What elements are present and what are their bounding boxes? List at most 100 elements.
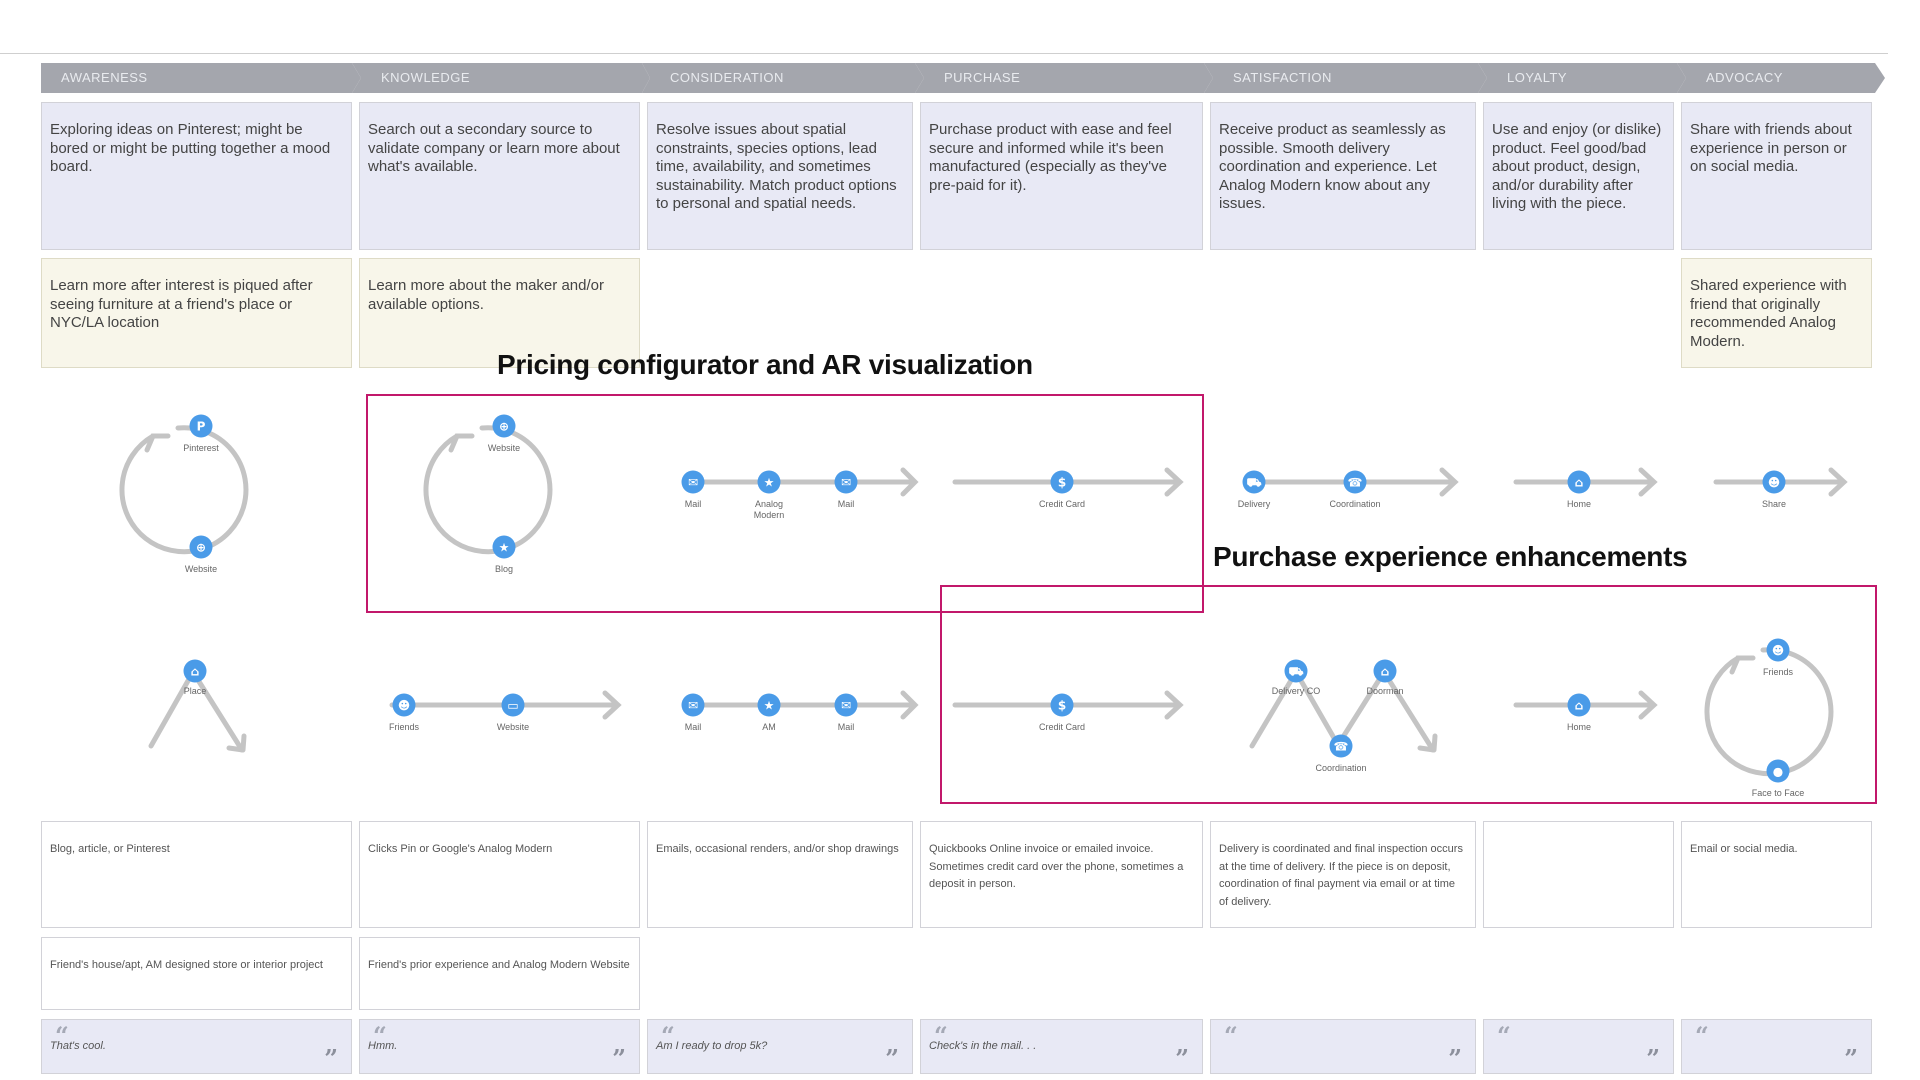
flow-loop-awareness-row1 xyxy=(119,425,249,555)
quote-card-awareness: “That's cool.” xyxy=(41,1019,352,1074)
touchpoint-node-circle xyxy=(757,693,781,717)
home-icon: ⌂ xyxy=(1567,470,1591,494)
touchpoint-label: Friends xyxy=(389,722,420,732)
alt-goal-card-advocacy: Shared experience with friend that origi… xyxy=(1681,258,1872,368)
goal-card-satisfaction: Receive product as seamlessly as possibl… xyxy=(1210,102,1476,250)
car-icon: ⛟ xyxy=(1242,470,1266,494)
touchpoint-node-circle xyxy=(1242,470,1266,494)
alt-channel-card-awareness: Friend's house/apt, AM designed store or… xyxy=(41,937,352,1010)
touchpoint-label: Mail xyxy=(838,722,855,732)
channel-card-purchase: Quickbooks Online invoice or emailed inv… xyxy=(920,821,1203,928)
people-icon: ☻ xyxy=(1762,470,1786,494)
close-quote-icon: ” xyxy=(1844,1044,1858,1073)
touchpoint-glyph: ✉ xyxy=(841,699,851,713)
flow-line-consideration-row2 xyxy=(689,690,919,720)
quote-card-knowledge: “Hmm.” xyxy=(359,1019,640,1074)
touchpoint-label: Website xyxy=(497,722,529,732)
touchpoint-glyph: P xyxy=(197,420,206,434)
phone-icon: ☎ xyxy=(1343,470,1367,494)
quote-card-advocacy: “” xyxy=(1681,1019,1872,1074)
goal-card-knowledge: Search out a secondary source to validat… xyxy=(359,102,640,250)
close-quote-icon: ” xyxy=(612,1044,626,1073)
touchpoint-node-circle xyxy=(501,693,525,717)
touchpoint-glyph: ▭ xyxy=(507,699,518,713)
touchpoint-glyph: ☻ xyxy=(1768,476,1781,490)
stage-label-loyalty: LOYALTY xyxy=(1507,70,1568,85)
channel-card-knowledge: Clicks Pin or Google's Analog Modern xyxy=(359,821,640,928)
goal-card-loyalty: Use and enjoy (or dislike) product. Feel… xyxy=(1483,102,1674,250)
close-quote-icon: ” xyxy=(1175,1044,1189,1073)
flow-line-advocacy-row1 xyxy=(1713,467,1848,497)
goal-card-advocacy: Share with friends about experience in p… xyxy=(1681,102,1872,250)
callout-box-purchase xyxy=(940,585,1877,804)
touchpoint-glyph: ⛟ xyxy=(1246,476,1261,490)
laptop-icon: ▭ xyxy=(501,693,525,717)
goal-card-purchase: Purchase product with ease and feel secu… xyxy=(920,102,1203,250)
home-icon: ⌂ xyxy=(183,659,207,683)
open-quote-icon: “ xyxy=(661,1021,675,1050)
touchpoint-label: Mail xyxy=(685,722,702,732)
callout-title-pricing: Pricing configurator and AR visualizatio… xyxy=(497,349,1033,380)
touchpoint-node-circle xyxy=(1762,470,1786,494)
close-quote-icon: ” xyxy=(1448,1044,1462,1073)
touchpoint-node-circle xyxy=(1343,470,1367,494)
quote-card-purchase: “Check's in the mail. . .” xyxy=(920,1019,1203,1074)
flow-zigzag-awareness-row2 xyxy=(148,669,247,753)
quote-card-satisfaction: “” xyxy=(1210,1019,1476,1074)
touchpoint-label: Share xyxy=(1762,499,1786,509)
channel-card-satisfaction: Delivery is coordinated and final inspec… xyxy=(1210,821,1476,928)
touchpoint-node-circle xyxy=(681,693,705,717)
touchpoint-glyph: ⊕ xyxy=(196,541,206,555)
flow-line-knowledge-row2 xyxy=(389,690,622,720)
people-icon: ☻ xyxy=(392,693,416,717)
channel-card-awareness: Blog, article, or Pinterest xyxy=(41,821,352,928)
stage-header-bar: AWARENESS KNOWLEDGE CONSIDERATION PURCHA… xyxy=(41,63,1885,93)
open-quote-icon: “ xyxy=(373,1021,387,1050)
touchpoint-glyph: ☎ xyxy=(1348,476,1363,490)
touchpoint-node-circle xyxy=(392,693,416,717)
alt-channel-card-knowledge: Friend's prior experience and Analog Mod… xyxy=(359,937,640,1010)
star-icon: ★ xyxy=(757,693,781,717)
stage-label-knowledge: KNOWLEDGE xyxy=(381,70,471,85)
open-quote-icon: “ xyxy=(1695,1021,1709,1050)
touchpoint-node-circle xyxy=(183,659,207,683)
touchpoint-label: Home xyxy=(1567,499,1591,509)
open-quote-icon: “ xyxy=(55,1021,69,1050)
quote-card-consideration: “Am I ready to drop 5k?” xyxy=(647,1019,913,1074)
callout-title-purchase: Purchase experience enhancements xyxy=(1213,541,1688,572)
touchpoint-glyph: ✉ xyxy=(688,699,698,713)
pinterest-icon: P xyxy=(189,414,213,438)
touchpoint-node-circle xyxy=(189,535,213,559)
quote-card-loyalty: “” xyxy=(1483,1019,1674,1074)
globe-icon: ⊕ xyxy=(189,535,213,559)
touchpoint-glyph: ⌂ xyxy=(191,665,200,679)
touchpoint-label: Pinterest xyxy=(183,443,219,453)
mail-icon: ✉ xyxy=(681,693,705,717)
callout-box-pricing xyxy=(366,394,1204,613)
touchpoint-node-circle xyxy=(1567,470,1591,494)
touchpoint-glyph: ★ xyxy=(764,699,775,713)
alt-goal-card-awareness: Learn more after interest is piqued afte… xyxy=(41,258,352,368)
open-quote-icon: “ xyxy=(1224,1021,1238,1050)
stage-label-awareness: AWARENESS xyxy=(61,70,148,85)
touchpoint-label: Delivery xyxy=(1238,499,1271,509)
stage-label-advocacy: ADVOCACY xyxy=(1706,70,1783,85)
goal-card-consideration: Resolve issues about spatial constraints… xyxy=(647,102,913,250)
close-quote-icon: ” xyxy=(1646,1044,1660,1073)
goal-card-awareness: Exploring ideas on Pinterest; might be b… xyxy=(41,102,352,250)
close-quote-icon: ” xyxy=(885,1044,899,1073)
close-quote-icon: ” xyxy=(324,1044,338,1073)
touchpoint-node-circle xyxy=(834,693,858,717)
channel-card-advocacy: Email or social media. xyxy=(1681,821,1872,928)
mail-icon: ✉ xyxy=(834,693,858,717)
touchpoint-label: AM xyxy=(762,722,776,732)
top-divider xyxy=(0,53,1888,54)
flow-line-satisfaction-row1 xyxy=(1251,467,1459,497)
channel-card-consideration: Emails, occasional renders, and/or shop … xyxy=(647,821,913,928)
open-quote-icon: “ xyxy=(1497,1021,1511,1050)
stage-label-satisfaction: SATISFACTION xyxy=(1233,70,1332,85)
flow-line-loyalty-row1 xyxy=(1513,467,1658,497)
open-quote-icon: “ xyxy=(934,1021,948,1050)
touchpoint-label: Coordination xyxy=(1329,499,1380,509)
stage-label-purchase: PURCHASE xyxy=(944,70,1021,85)
